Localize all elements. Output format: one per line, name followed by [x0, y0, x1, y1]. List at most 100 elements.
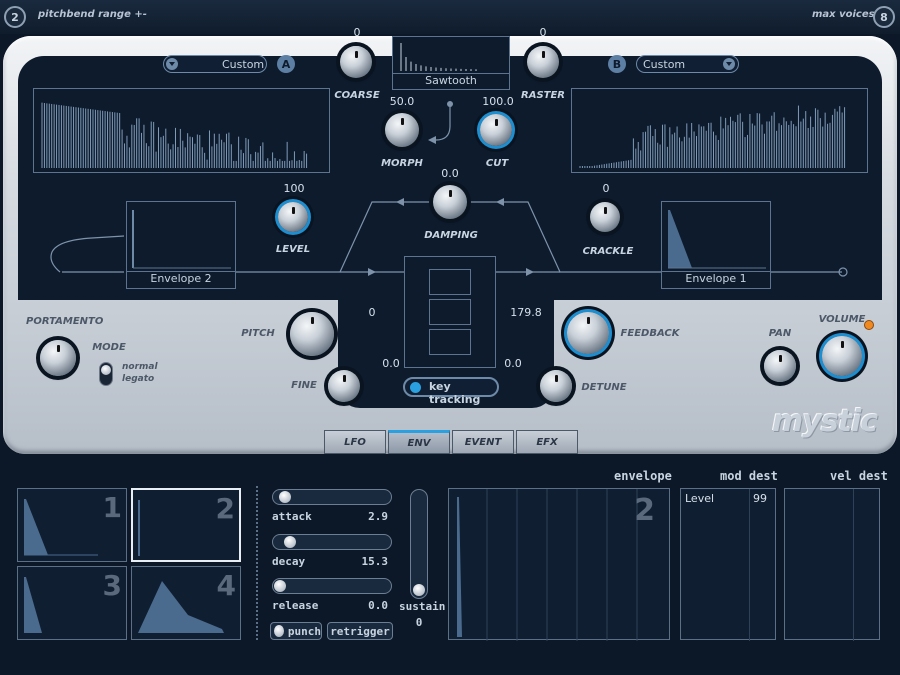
raster-label: RASTER — [521, 90, 565, 101]
key-zone-1 — [429, 269, 471, 295]
mode-legato-label: legato — [122, 374, 155, 384]
chevron-down-icon — [723, 58, 735, 70]
mod-dest-header: mod dest — [720, 469, 778, 483]
punch-label: punch — [287, 624, 321, 638]
attack-slider[interactable] — [272, 489, 392, 505]
arrow-right-icon — [526, 268, 534, 276]
morph-label: MORPH — [381, 158, 423, 169]
level-knob[interactable] — [278, 202, 308, 232]
fine-knob[interactable] — [328, 370, 360, 402]
arrow-left-icon — [396, 198, 404, 206]
vel-dest-list[interactable] — [784, 488, 880, 641]
crackle-label: CRACKLE — [582, 246, 634, 257]
env-slot-2[interactable]: 2 — [131, 488, 241, 562]
env-slot-4[interactable]: 4 — [131, 566, 241, 640]
attack-label: attack — [272, 510, 312, 523]
key-tracking-led — [410, 382, 421, 393]
tab-lfo[interactable]: LFO — [324, 430, 386, 454]
raster-knob[interactable] — [527, 46, 559, 78]
spectrum-a-display[interactable] — [33, 88, 330, 173]
tab-event[interactable]: EVENT — [452, 430, 514, 454]
damping-value: 0.0 — [441, 167, 459, 180]
crackle-value: 0 — [602, 182, 610, 195]
volume-knob[interactable] — [822, 336, 862, 376]
envelope-2-shape — [132, 210, 231, 269]
pitch-knob[interactable] — [290, 312, 334, 356]
arrow-left-icon — [496, 198, 504, 206]
mod-dest-list[interactable]: Level 99 — [680, 488, 776, 641]
layer-b-preset-dropdown[interactable]: Custom — [636, 55, 739, 73]
mode-normal-label: normal — [122, 362, 158, 372]
damping-label: DAMPING — [424, 230, 478, 241]
coarse-label: COARSE — [334, 90, 380, 101]
key-zone-2 — [429, 299, 471, 325]
release-slider-thumb[interactable] — [274, 580, 286, 592]
key-tracking-display — [404, 256, 496, 368]
decay-slider-thumb[interactable] — [284, 536, 297, 548]
crackle-knob[interactable] — [590, 202, 620, 232]
level-value: 100 — [283, 182, 305, 195]
vel-dest-column-divider — [853, 489, 854, 641]
sawtooth-partials — [400, 43, 477, 71]
decay-slider[interactable] — [272, 534, 392, 550]
coarse-knob[interactable] — [340, 46, 372, 78]
morph-knob[interactable] — [385, 113, 419, 147]
key-tracking-label: key tracking — [429, 380, 481, 406]
layer-b-preset-value: Custom — [643, 58, 686, 71]
feedback-knob[interactable] — [567, 312, 609, 354]
detune-knob[interactable] — [540, 370, 572, 402]
detune-value: 0.0 — [504, 357, 522, 370]
tab-env[interactable]: ENV — [388, 430, 450, 454]
attack-slider-thumb[interactable] — [279, 491, 292, 503]
detune-label: DETUNE — [581, 382, 627, 393]
decay-label: decay — [272, 555, 306, 568]
mod-dest-name[interactable]: Level — [685, 492, 714, 505]
damping-knob[interactable] — [433, 185, 467, 219]
cut-label: CUT — [485, 158, 509, 169]
env-slot-1[interactable]: 1 — [17, 488, 127, 562]
env-slot-3-number: 3 — [102, 569, 122, 602]
envelope-editor[interactable]: 2 — [448, 488, 670, 641]
envelope-1-display[interactable]: Envelope 1 — [661, 201, 771, 289]
cut-value: 100.0 — [482, 95, 514, 108]
wave-display[interactable]: Sawtooth — [392, 36, 510, 90]
mode-toggle-switch[interactable] — [99, 362, 113, 386]
vel-dest-header: vel dest — [830, 469, 888, 483]
arrow-left-icon — [428, 136, 436, 144]
cut-knob[interactable] — [480, 114, 512, 146]
pitch-label: PITCH — [241, 328, 275, 339]
punch-led — [274, 625, 284, 637]
spectrum-a-bars — [41, 102, 308, 168]
release-slider[interactable] — [272, 578, 392, 594]
pan-knob[interactable] — [764, 350, 796, 382]
morph-value: 50.0 — [389, 95, 415, 108]
spectrum-b-bars — [579, 105, 846, 168]
retrigger-label: retrigger — [330, 624, 390, 638]
sustain-slider-thumb[interactable] — [413, 584, 425, 596]
tab-efx[interactable]: EFX — [516, 430, 578, 454]
env-slot-3[interactable]: 3 — [17, 566, 127, 640]
envelope-header: envelope — [614, 469, 672, 483]
retrigger-button[interactable]: retrigger — [327, 622, 393, 640]
key-tracking-button[interactable]: key tracking — [403, 377, 499, 406]
env-slot-2-number: 2 — [215, 492, 235, 525]
feedback-value: 179.8 — [510, 306, 542, 319]
punch-button[interactable]: punch — [270, 622, 322, 640]
arrow-right-icon — [368, 268, 376, 276]
volume-label: VOLUME — [818, 314, 866, 325]
spectrum-b-display[interactable] — [571, 88, 868, 173]
release-label: release — [272, 599, 319, 612]
envelope-2-display[interactable]: Envelope 2 — [126, 201, 236, 289]
envelope-1-label: Envelope 1 — [662, 271, 770, 287]
mod-dest-amount[interactable]: 99 — [753, 492, 767, 505]
volume-led-icon — [864, 320, 874, 330]
coarse-value: 0 — [353, 26, 361, 39]
portamento-knob[interactable] — [40, 340, 76, 376]
layer-a-preset-dropdown[interactable]: Custom — [163, 55, 267, 73]
mode-toggle-thumb — [101, 365, 111, 375]
key-zone-3 — [429, 329, 471, 355]
mode-label: MODE — [92, 342, 126, 353]
envelope-1-shape — [668, 210, 766, 269]
level-label: LEVEL — [275, 244, 311, 255]
sustain-slider[interactable] — [410, 489, 428, 599]
